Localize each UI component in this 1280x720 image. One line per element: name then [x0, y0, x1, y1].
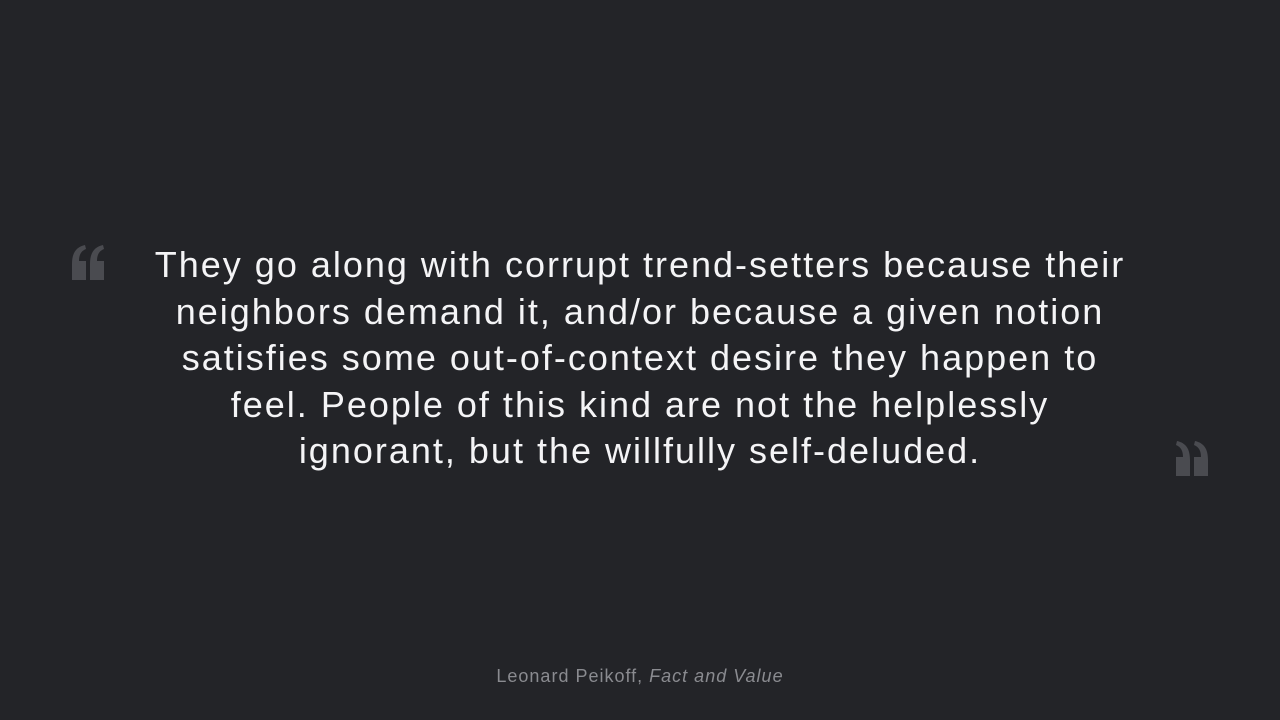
source-title: Fact and Value	[649, 666, 784, 686]
quote-text: They go along with corrupt trend-setters…	[154, 244, 1126, 471]
quote-slide: They go along with corrupt trend-setters…	[0, 0, 1280, 720]
open-quote-icon	[70, 244, 106, 280]
close-quote-icon	[1174, 440, 1210, 476]
attribution-separator: ,	[637, 666, 650, 686]
attribution: Leonard Peikoff, Fact and Value	[0, 666, 1280, 687]
author-name: Leonard Peikoff	[496, 666, 638, 686]
